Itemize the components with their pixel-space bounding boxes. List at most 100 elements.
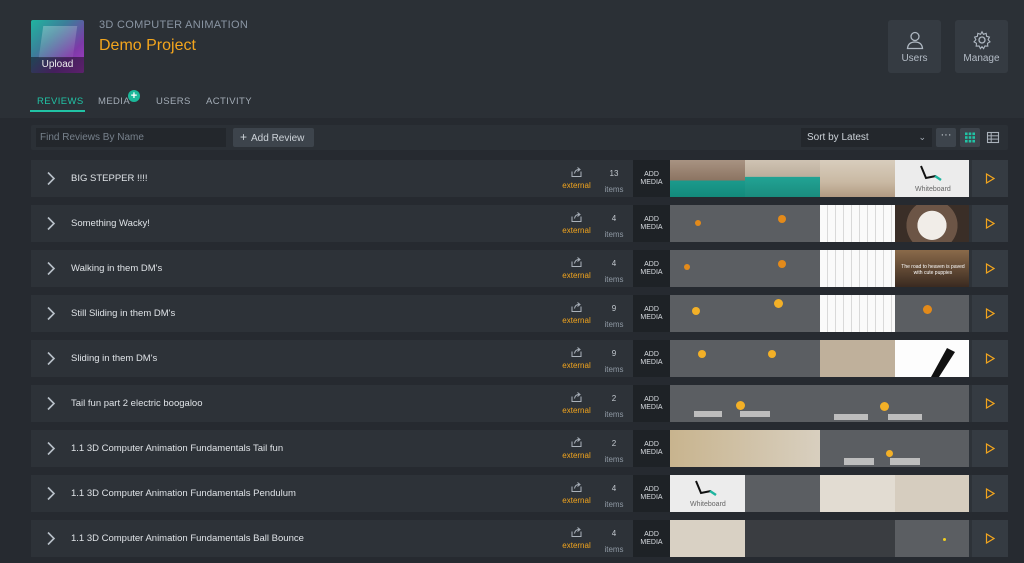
review-name[interactable]: BIG STEPPER !!!! — [71, 173, 148, 184]
tab-media[interactable]: MEDIA — [98, 96, 130, 107]
media-thumbnail-strip[interactable]: Whiteboard — [670, 160, 969, 197]
review-name[interactable]: 1.1 3D Computer Animation Fundamentals B… — [71, 533, 304, 544]
share-status: external — [562, 316, 591, 325]
media-thumbnail-strip[interactable]: Whiteboard — [670, 475, 969, 512]
add-media-button[interactable]: ADD MEDIA — [633, 520, 670, 557]
users-button[interactable]: Users — [888, 20, 941, 73]
review-name[interactable]: Tail fun part 2 electric boogaloo — [71, 398, 203, 409]
review-name[interactable]: Something Wacky! — [71, 218, 150, 229]
chevron-right-icon[interactable] — [45, 396, 57, 411]
add-review-label: Add Review — [251, 133, 305, 144]
item-count-label: items — [604, 320, 624, 329]
share-button[interactable]: external — [560, 436, 593, 460]
play-review-button[interactable] — [972, 340, 1008, 377]
project-thumbnail[interactable]: Upload — [31, 20, 84, 73]
play-icon — [985, 263, 995, 274]
manage-button[interactable]: Manage — [955, 20, 1008, 73]
item-count-value: 4 — [611, 484, 617, 493]
review-name[interactable]: Still Sliding in them DM's — [71, 308, 175, 319]
chevron-right-icon[interactable] — [45, 486, 57, 501]
play-icon — [985, 308, 995, 319]
chevron-right-icon[interactable] — [45, 531, 57, 546]
play-review-button[interactable] — [972, 250, 1008, 287]
review-row[interactable]: 1.1 3D Computer Animation Fundamentals P… — [31, 475, 1008, 512]
share-button[interactable]: external — [560, 211, 593, 235]
item-count: 2 items — [601, 439, 627, 464]
chevron-right-icon[interactable] — [45, 306, 57, 321]
share-button[interactable]: external — [560, 256, 593, 280]
more-options-button[interactable]: ··· — [936, 128, 956, 147]
share-button[interactable]: external — [560, 166, 593, 190]
sort-select[interactable]: Sort by Latest ⌄ — [801, 128, 932, 147]
review-row[interactable]: Still Sliding in them DM's external 9 items… — [31, 295, 1008, 332]
review-name[interactable]: Walking in them DM's — [71, 263, 162, 274]
play-review-button[interactable] — [972, 205, 1008, 242]
share-status: external — [562, 451, 591, 460]
add-media-button[interactable]: ADD MEDIA — [633, 475, 670, 512]
project-title: Demo Project — [99, 37, 196, 54]
add-review-button[interactable]: + Add Review — [233, 128, 314, 147]
add-media-button[interactable]: ADD MEDIA — [633, 385, 670, 422]
share-button[interactable]: external — [560, 481, 593, 505]
media-thumbnail-strip[interactable] — [670, 520, 969, 557]
play-review-button[interactable] — [972, 520, 1008, 557]
share-button[interactable]: external — [560, 301, 593, 325]
search-input[interactable] — [36, 128, 226, 147]
item-count-value: 4 — [611, 259, 617, 268]
media-thumbnail-strip[interactable] — [670, 430, 969, 467]
chevron-right-icon[interactable] — [45, 171, 57, 186]
chevron-right-icon[interactable] — [45, 261, 57, 276]
chevron-right-icon[interactable] — [45, 216, 57, 231]
play-review-button[interactable] — [972, 430, 1008, 467]
add-media-button[interactable]: ADD MEDIA — [633, 205, 670, 242]
add-media-button[interactable]: ADD MEDIA — [633, 340, 670, 377]
media-thumbnail-strip[interactable] — [670, 205, 969, 242]
review-row[interactable]: Tail fun part 2 electric boogaloo externa… — [31, 385, 1008, 422]
review-name[interactable]: 1.1 3D Computer Animation Fundamentals P… — [71, 488, 296, 499]
item-count-label: items — [604, 230, 624, 239]
review-row[interactable]: Walking in them DM's external 4 items ADD ME… — [31, 250, 1008, 287]
play-review-button[interactable] — [972, 385, 1008, 422]
tab-reviews[interactable]: REVIEWS — [37, 96, 84, 107]
upload-label[interactable]: Upload — [31, 57, 84, 73]
review-row[interactable]: Something Wacky! external 4 items ADD MEDIA — [31, 205, 1008, 242]
media-add-badge[interactable]: + — [128, 90, 140, 102]
item-count: 4 items — [601, 259, 627, 284]
share-button[interactable]: external — [560, 526, 593, 550]
media-thumbnail-strip[interactable] — [670, 295, 969, 332]
play-review-button[interactable] — [972, 475, 1008, 512]
review-row[interactable]: BIG STEPPER !!!! external 13 items ADD MEDIA… — [31, 160, 1008, 197]
play-review-button[interactable] — [972, 160, 1008, 197]
sort-label: Sort by Latest — [807, 132, 869, 143]
review-row[interactable]: 1.1 3D Computer Animation Fundamentals B… — [31, 520, 1008, 557]
item-count-value: 9 — [611, 349, 617, 358]
play-review-button[interactable] — [972, 295, 1008, 332]
media-thumbnail-strip[interactable] — [670, 385, 969, 422]
share-button[interactable]: external — [560, 391, 593, 415]
share-button[interactable]: external — [560, 346, 593, 370]
review-name[interactable]: 1.1 3D Computer Animation Fundamentals T… — [71, 443, 283, 454]
play-icon — [985, 398, 995, 409]
item-count-label: items — [604, 455, 624, 464]
users-button-label: Users — [901, 53, 928, 64]
grid-view-button[interactable] — [960, 128, 980, 147]
add-media-button[interactable]: ADD MEDIA — [633, 295, 670, 332]
media-thumbnail-strip[interactable]: The road to heaven is paved with cute pu… — [670, 250, 969, 287]
share-icon — [571, 437, 582, 447]
share-icon — [571, 347, 582, 357]
review-row[interactable]: Sliding in them DM's external 9 items ADD ME… — [31, 340, 1008, 377]
add-media-button[interactable]: ADD MEDIA — [633, 160, 670, 197]
chevron-right-icon[interactable] — [45, 441, 57, 456]
list-view-button[interactable] — [983, 128, 1003, 147]
tab-users[interactable]: USERS — [156, 96, 191, 107]
share-status: external — [562, 406, 591, 415]
media-thumbnail-strip[interactable] — [670, 340, 969, 377]
add-media-button[interactable]: ADD MEDIA — [633, 430, 670, 467]
review-name[interactable]: Sliding in them DM's — [71, 353, 157, 364]
review-row[interactable]: 1.1 3D Computer Animation Fundamentals T… — [31, 430, 1008, 467]
add-media-button[interactable]: ADD MEDIA — [633, 250, 670, 287]
tab-activity[interactable]: ACTIVITY — [206, 96, 252, 107]
thumbnail-art — [38, 26, 78, 58]
chevron-right-icon[interactable] — [45, 351, 57, 366]
share-icon — [571, 527, 582, 537]
